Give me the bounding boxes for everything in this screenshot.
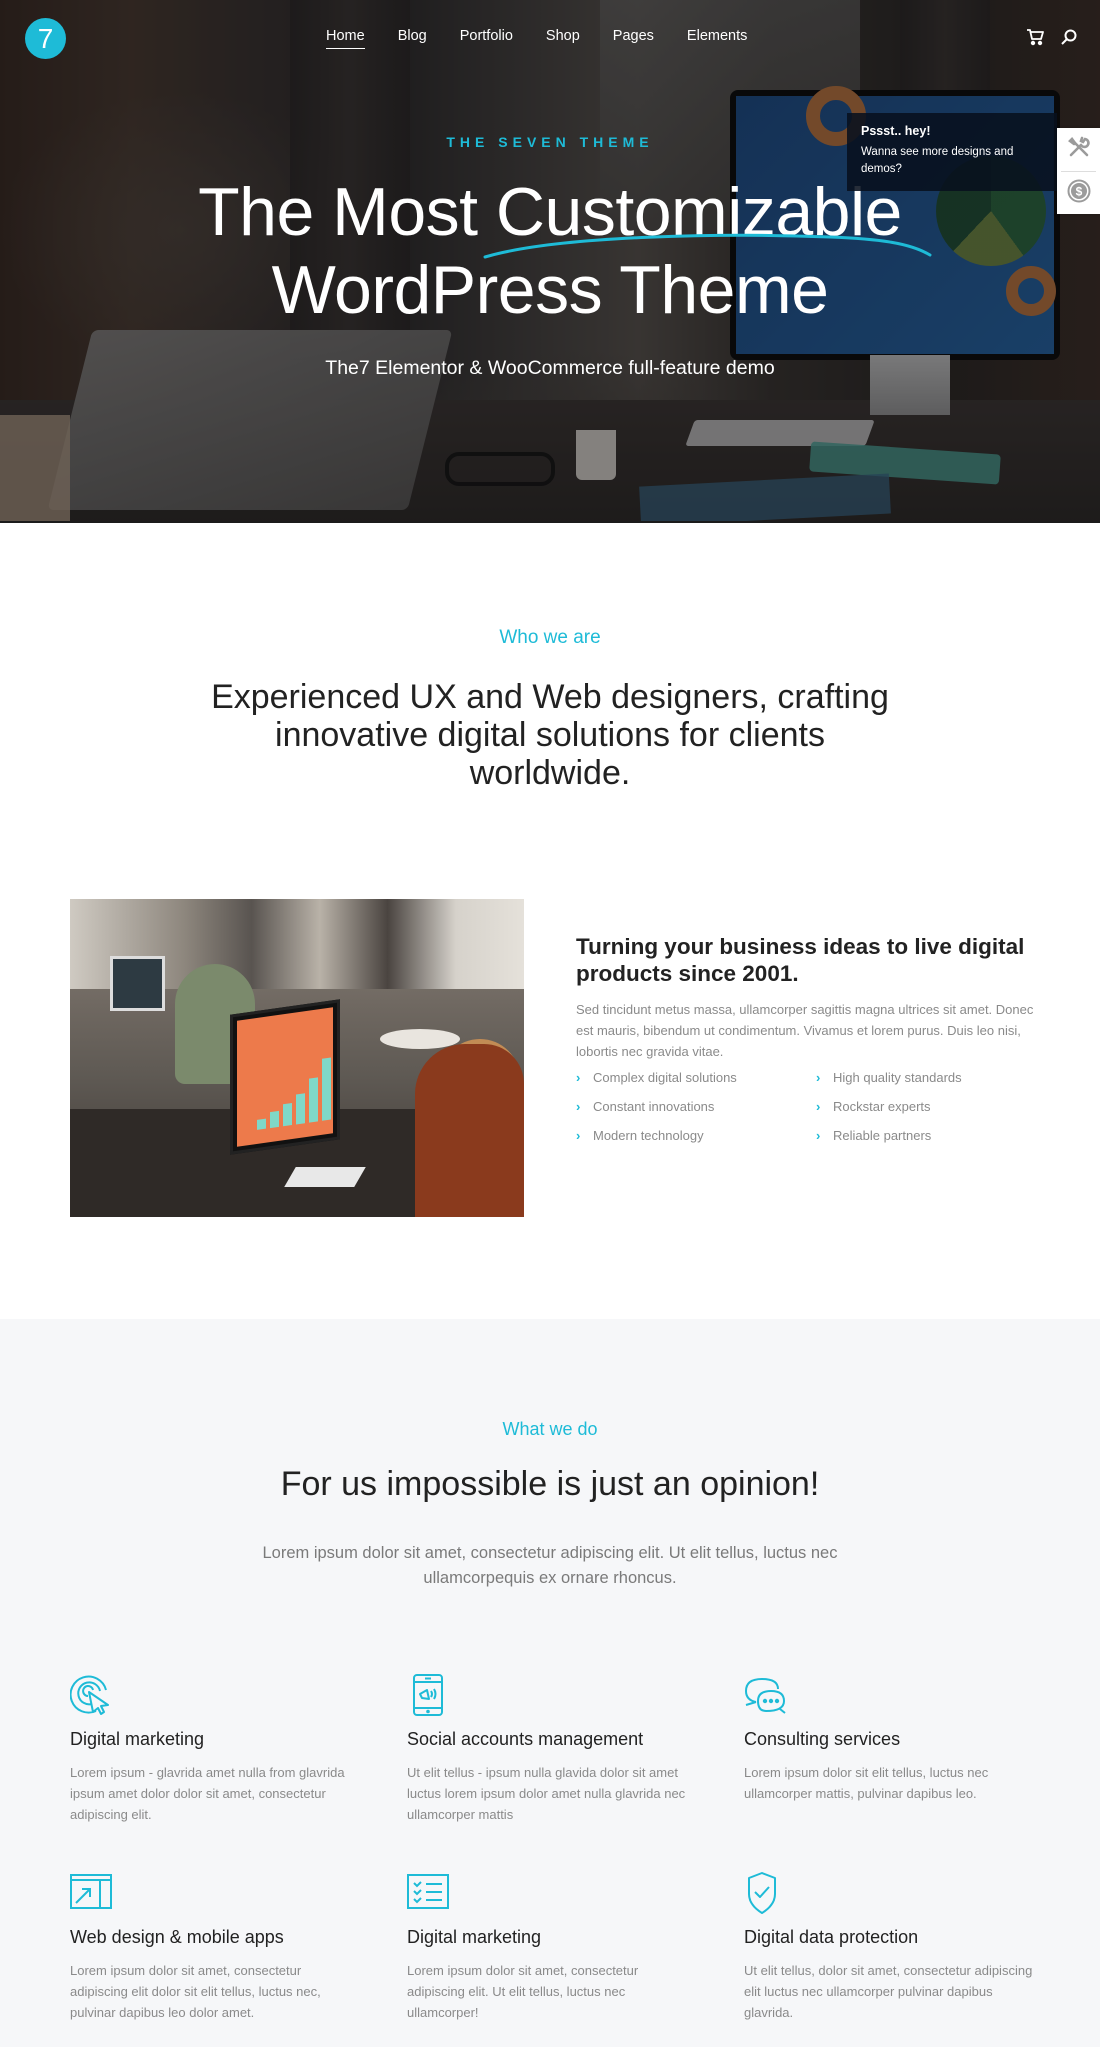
checklist-icon bbox=[407, 1872, 449, 1914]
who-we-are-section: Who we are Experienced UX and Web design… bbox=[0, 523, 1100, 1319]
service-title: Digital marketing bbox=[70, 1729, 205, 1749]
service-text: Lorem ipsum dolor sit amet, consectetur … bbox=[407, 1963, 639, 2020]
svg-text:$: $ bbox=[1075, 185, 1082, 199]
office-photo bbox=[70, 899, 524, 1217]
what-intro: Lorem ipsum dolor sit amet, consectetur … bbox=[262, 1544, 838, 1587]
service-title: Digital data protection bbox=[744, 1927, 919, 1947]
window-arrow-icon bbox=[70, 1872, 112, 1914]
target-cursor-icon bbox=[69, 1674, 112, 1716]
pricing-button[interactable]: $ bbox=[1057, 172, 1100, 215]
what-we-do-section: What we do For us impossible is just an … bbox=[0, 1319, 1100, 2047]
title-underline-stroke bbox=[483, 233, 932, 259]
hero-section: 7 Home Blog Portfolio Shop Pages Element… bbox=[0, 0, 1100, 523]
service-card: Digital data protection Ut elit tellus, … bbox=[744, 1872, 1050, 2030]
promo-title: Pssst.. hey! bbox=[861, 124, 931, 138]
who-paragraph: Sed tincidunt metus massa, ullamcorper s… bbox=[576, 1002, 1034, 1059]
header-actions bbox=[1026, 28, 1078, 46]
service-title: Digital marketing bbox=[407, 1927, 542, 1947]
what-headline: For us impossible is just an opinion! bbox=[280, 1465, 820, 1503]
service-text: Lorem ipsum dolor sit amet, consectetur … bbox=[70, 1963, 321, 2020]
promo-popup[interactable]: Pssst.. hey! Wanna see more designs and … bbox=[847, 113, 1057, 191]
who-subheading: Turning your business ideas to live digi… bbox=[576, 934, 1025, 986]
feature-item: › Rockstar experts bbox=[816, 1099, 931, 1114]
site-logo[interactable]: 7 bbox=[25, 18, 66, 59]
hero-subtitle: The7 Elementor & WooCommerce full-featur… bbox=[325, 357, 775, 379]
tools-button[interactable] bbox=[1057, 128, 1100, 171]
service-card: Web design & mobile apps Lorem ipsum dol… bbox=[70, 1872, 407, 2030]
promo-text: Wanna see more designs and demos? bbox=[861, 146, 1014, 175]
service-title: Web design & mobile apps bbox=[70, 1927, 284, 1947]
nav-item-pages[interactable]: Pages bbox=[613, 28, 654, 48]
chevron-right-icon: › bbox=[816, 1099, 821, 1114]
chevron-right-icon: › bbox=[576, 1128, 581, 1143]
service-title: Social accounts management bbox=[407, 1729, 644, 1749]
feature-item: › Reliable partners bbox=[816, 1128, 932, 1143]
site-header: 7 Home Blog Portfolio Shop Pages Element… bbox=[0, 0, 1100, 78]
service-text: Ut elit tellus - ipsum nulla glavida dol… bbox=[407, 1765, 686, 1822]
chat-bubbles-icon bbox=[744, 1674, 786, 1716]
service-card: Digital marketing Lorem ipsum dolor sit … bbox=[407, 1872, 744, 2030]
who-label: Who we are bbox=[499, 627, 601, 648]
mobile-megaphone-icon bbox=[407, 1674, 449, 1716]
search-icon[interactable] bbox=[1060, 28, 1078, 46]
nav-item-blog[interactable]: Blog bbox=[398, 28, 427, 48]
service-title: Consulting services bbox=[744, 1729, 901, 1749]
side-panel: $ bbox=[1057, 128, 1100, 214]
chevron-right-icon: › bbox=[816, 1128, 821, 1143]
service-card: Consulting services Lorem ipsum dolor si… bbox=[744, 1674, 1050, 1832]
service-text: Lorem ipsum dolor sit elit tellus, luctu… bbox=[744, 1765, 989, 1801]
who-headline: Experienced UX and Web designers, crafti… bbox=[211, 678, 889, 792]
chevron-right-icon: › bbox=[576, 1070, 581, 1085]
nav-item-shop[interactable]: Shop bbox=[546, 28, 580, 48]
service-text: Lorem ipsum - glavrida amet nulla from g… bbox=[70, 1765, 345, 1822]
feature-item: › High quality standards bbox=[816, 1070, 962, 1085]
cart-icon[interactable] bbox=[1026, 28, 1044, 46]
feature-item: › Constant innovations bbox=[576, 1099, 715, 1114]
service-text: Ut elit tellus, dolor sit amet, consecte… bbox=[744, 1963, 1033, 2020]
feature-item: › Modern technology bbox=[576, 1128, 704, 1143]
features-list: › Complex digital solutions › High quality… bbox=[576, 1068, 1036, 1145]
nav-item-home[interactable]: Home bbox=[326, 28, 365, 49]
nav-item-elements[interactable]: Elements bbox=[687, 28, 747, 48]
feature-item: › Complex digital solutions bbox=[576, 1070, 737, 1085]
nav-item-portfolio[interactable]: Portfolio bbox=[460, 28, 513, 48]
dollar-coin-icon: $ bbox=[1067, 179, 1091, 208]
tools-icon bbox=[1067, 135, 1091, 164]
chevron-right-icon: › bbox=[816, 1070, 821, 1085]
main-nav: Home Blog Portfolio Shop Pages Elements bbox=[326, 28, 780, 49]
what-label: What we do bbox=[502, 1419, 598, 1439]
service-card: Social accounts management Ut elit tellu… bbox=[407, 1674, 744, 1832]
chevron-right-icon: › bbox=[576, 1099, 581, 1114]
service-card: Digital marketing Lorem ipsum - glavrida… bbox=[69, 1674, 407, 1832]
shield-check-icon bbox=[744, 1872, 786, 1914]
services-grid: Digital marketing Lorem ipsum - glavrida… bbox=[69, 1674, 1050, 2030]
